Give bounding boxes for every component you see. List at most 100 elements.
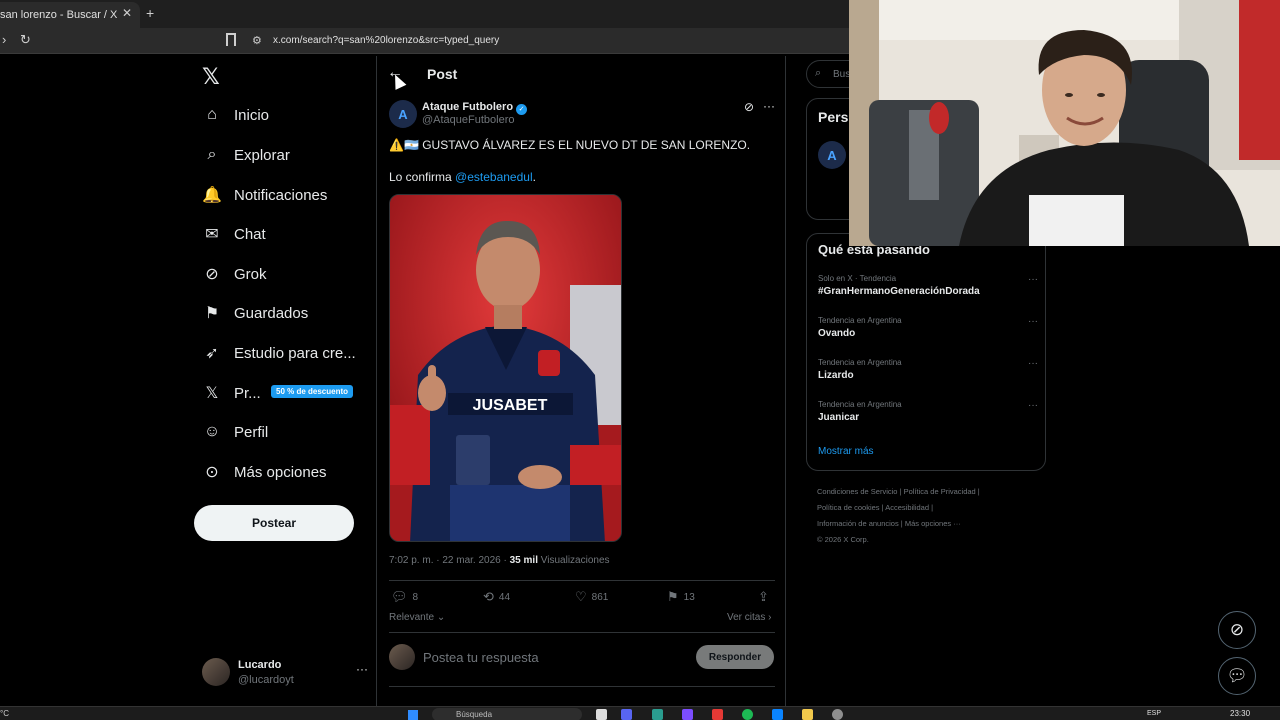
x-logo-icon[interactable]: 𝕏 <box>202 64 220 90</box>
more-icon[interactable]: ··· <box>1028 358 1038 369</box>
nav-item-grok[interactable]: ⊘ Grok <box>202 259 266 289</box>
author-handle[interactable]: @AtaqueFutbolero <box>422 114 515 126</box>
footer-link[interactable]: Condiciones de Servicio <box>817 487 897 496</box>
tab-close-icon[interactable]: ✕ <box>122 6 132 20</box>
brave-icon[interactable] <box>712 709 723 720</box>
avatar <box>202 658 230 686</box>
author-name-text: Ataque Futbolero <box>422 101 514 113</box>
more-icon[interactable]: ··· <box>1028 274 1038 285</box>
app-icon[interactable] <box>772 709 783 720</box>
footer-link[interactable]: Más opciones ··· <box>905 519 961 528</box>
reply-count: 8 <box>412 591 419 603</box>
separator: | <box>929 503 934 512</box>
trend-meta: Solo en X · Tendencia <box>818 274 897 283</box>
premium-title: Pers <box>818 109 849 125</box>
grok-icon[interactable]: ⊘ <box>744 100 754 114</box>
chat-float-button[interactable]: 💬︎ <box>1218 657 1256 695</box>
trend-meta: Tendencia en Argentina <box>818 358 902 367</box>
like-action[interactable]: ♡ 861 <box>575 589 608 605</box>
task-view-icon[interactable] <box>596 709 607 720</box>
tab-title: san lorenzo - Buscar / X <box>0 9 118 21</box>
bookmark-page-icon[interactable] <box>226 33 236 46</box>
nav-item-label: Inicio <box>234 106 270 124</box>
windows-start-icon[interactable] <box>408 710 418 720</box>
nav-item-guardados[interactable]: ⚑ Guardados <box>202 298 308 328</box>
page-title: Post <box>427 66 458 82</box>
clock[interactable]: 23:30 <box>1230 709 1250 718</box>
app-icon[interactable] <box>832 709 843 720</box>
quotes-label: Ver citas <box>727 612 766 623</box>
new-tab-button[interactable]: + <box>146 5 154 21</box>
repost-icon: ⟲ <box>483 589 494 604</box>
forward-icon[interactable]: › <box>2 32 6 47</box>
post-button[interactable]: Postear <box>194 505 354 541</box>
reply-input[interactable]: Postea tu respuesta <box>423 650 539 665</box>
chevron-down-icon: ⌄ <box>436 612 446 623</box>
footer-link[interactable]: Política de cookies <box>817 503 880 512</box>
reload-icon[interactable]: ↻ <box>20 32 31 48</box>
nav-item-pr[interactable]: 𝕏 Pr... <box>202 378 261 408</box>
reply-button[interactable]: Responder <box>696 645 774 669</box>
views-label: Visualizaciones <box>537 555 610 566</box>
trend-item[interactable]: Tendencia en Argentina Juanicar ··· <box>818 400 1038 423</box>
app-icon[interactable] <box>652 709 663 720</box>
show-more-link[interactable]: Mostrar más <box>818 446 874 457</box>
promo-badge[interactable]: 50 % de descuento <box>271 385 354 398</box>
nav-item-chat[interactable]: ✉ Chat <box>202 219 265 249</box>
site-info-icon[interactable]: ⚙ <box>252 34 262 47</box>
divider <box>389 686 775 687</box>
avatar[interactable]: A <box>818 141 846 169</box>
mention-link[interactable]: @estebanedul <box>455 170 533 184</box>
trend-item[interactable]: Tendencia en Argentina Lizardo ··· <box>818 358 1038 381</box>
footer-link[interactable]: Información de anuncios <box>817 519 899 528</box>
nav-item-más-opciones[interactable]: ⊙ Más opciones <box>202 457 326 487</box>
more-icon[interactable]: ··· <box>1028 400 1038 411</box>
reply-action[interactable]: 💬︎ 8 <box>391 589 418 605</box>
more-icon[interactable]: ··· <box>763 99 775 113</box>
author-name[interactable]: Ataque Futbolero ✓ <box>422 101 528 115</box>
nav-item-explorar[interactable]: ⌕ Explorar <box>202 140 290 170</box>
nav-item-perfil[interactable]: ☺ Perfil <box>202 417 268 447</box>
account-switcher[interactable]: Lucardo @lucardoyt ··· <box>202 656 372 690</box>
spotify-icon[interactable] <box>742 709 753 720</box>
trend-item[interactable]: Solo en X · Tendencia #GranHermanoGenerac… <box>818 274 1038 297</box>
more-circle-icon: ⊙ <box>205 464 219 481</box>
nav-item-notificaciones[interactable]: 🔔 Notificaciones <box>202 180 327 210</box>
browser-tab[interactable]: san lorenzo - Buscar / X ✕ <box>0 2 140 28</box>
bookmark-icon: ⚑ <box>667 589 679 604</box>
author-avatar[interactable]: A <box>389 100 417 128</box>
footer-link[interactable]: Accesibilidad <box>885 503 929 512</box>
mail-icon: ✉ <box>205 226 219 243</box>
grok-icon: ⊘ <box>205 266 219 283</box>
sort-dropdown[interactable]: Relevante ⌄ <box>389 612 445 623</box>
trend-item[interactable]: Tendencia en Argentina Ovando ··· <box>818 316 1038 339</box>
weather-widget[interactable]: °C <box>0 709 9 718</box>
more-icon[interactable]: ··· <box>356 662 368 676</box>
repost-action[interactable]: ⟲ 44 <box>483 589 510 605</box>
message-icon: 💬︎ <box>1226 666 1248 685</box>
taskbar: °C Búsqueda ESP 23:30 <box>0 706 1280 720</box>
like-count: 861 <box>591 591 609 603</box>
bookmark-action[interactable]: ⚑ 13 <box>667 589 695 605</box>
trend-name: Lizardo <box>818 370 854 381</box>
url-field[interactable]: x.com/search?q=san%20lorenzo&src=typed_q… <box>273 35 499 46</box>
more-icon[interactable]: ··· <box>1028 316 1038 327</box>
grok-float-button[interactable]: ⊘ <box>1218 611 1256 649</box>
taskbar-search[interactable]: Búsqueda <box>432 708 582 720</box>
nav-item-estudio-para-cre[interactable]: ➶ Estudio para cre... <box>202 338 355 368</box>
footer-link[interactable]: Política de Privacidad <box>904 487 976 496</box>
home-icon: ⌂ <box>207 106 217 123</box>
nav-item-inicio[interactable]: ⌂ Inicio <box>202 100 269 130</box>
nav-item-label: Guardados <box>234 304 309 322</box>
discord-icon[interactable] <box>621 709 632 720</box>
post-timestamp[interactable]: 7:02 p. m. · 22 mar. 2026 · 35 mil Visua… <box>389 555 610 566</box>
view-quotes-link[interactable]: Ver citas › <box>727 612 771 623</box>
post-image[interactable]: JUSABET <box>389 194 622 542</box>
folder-icon[interactable] <box>802 709 813 720</box>
trend-meta: Tendencia en Argentina <box>818 316 902 325</box>
app-icon[interactable] <box>682 709 693 720</box>
trend-name: #GranHermanoGeneraciónDorada <box>818 286 980 297</box>
share-action[interactable]: ⇪ <box>758 589 774 605</box>
post-text-2: Lo confirma @estebanedul. <box>389 170 536 184</box>
language-indicator[interactable]: ESP <box>1147 710 1161 717</box>
